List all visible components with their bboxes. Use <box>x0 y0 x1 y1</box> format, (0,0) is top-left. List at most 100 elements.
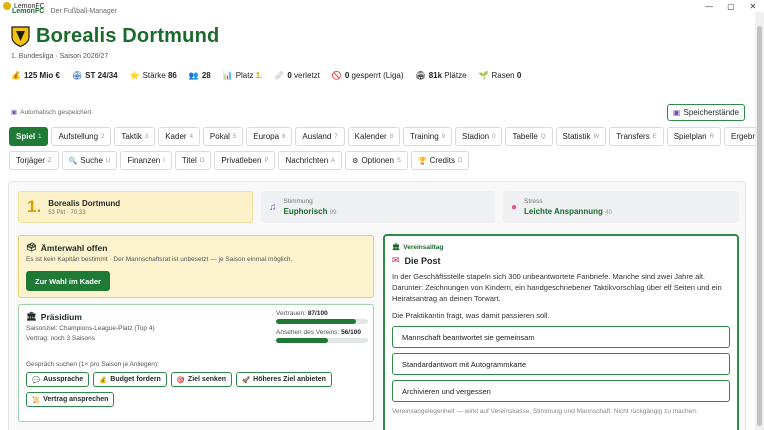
mood-label: Stimmung <box>283 198 313 205</box>
tab-stadion[interactable]: Stadion 0 <box>455 127 503 146</box>
league-season: 1. Bundesliga · Saison 2026/27 <box>11 53 109 60</box>
tab-kalender[interactable]: Kalender 8 <box>347 127 401 146</box>
choice-team-answers[interactable]: Mannschaft beantwortet sie gemeinsam <box>392 326 730 348</box>
stress-score: 40 <box>605 210 612 216</box>
left-column: 🗳 Ämterwahl offen Es ist kein Kapitän bes… <box>18 235 374 422</box>
players-icon: 👥 <box>188 70 199 80</box>
event-choices: Mannschaft beantwortet sie gemeinsam Sta… <box>392 326 730 402</box>
tab-titel[interactable]: Titel O <box>174 151 212 170</box>
tab-torjaeger[interactable]: Torjäger Z <box>9 151 59 170</box>
stat-rank: 📊 Platz 1. <box>222 70 263 80</box>
money-bag-icon: 💰 <box>11 70 21 80</box>
mood-value: Euphorisch <box>283 207 328 216</box>
scroll-icon: 📜 <box>32 396 41 404</box>
rocket-icon: 🚀 <box>242 376 251 384</box>
tab-suche[interactable]: 🔍 Suche U <box>61 151 118 170</box>
savegames-button[interactable]: ▣ Speicherstände <box>667 104 745 121</box>
stat-squad-size: 👥 28 <box>188 70 211 80</box>
tab-ergebnisse[interactable]: ErgebnisseT <box>723 127 755 146</box>
stat-injured: 🩹 0 verletzt <box>274 70 320 80</box>
league-rank: 1. <box>27 197 42 216</box>
tab-spielplan[interactable]: Spielplan R <box>666 127 721 146</box>
mood-score: 99 <box>329 210 337 216</box>
tab-training[interactable]: Training 9 <box>403 127 452 146</box>
tab-credits[interactable]: 🏆 Credits D <box>410 151 470 170</box>
choice-standard-reply[interactable]: Standardantwort mit Autogrammkarte <box>392 353 730 375</box>
stat-matchday: 🏟 ST 24/34 <box>71 70 118 80</box>
window-controls: — ▢ ✕ <box>698 0 764 12</box>
presidium-panel: 🏛 Präsidium Saisonziel: Champions-League-… <box>18 304 374 422</box>
ban-icon: 🚫 <box>331 70 342 80</box>
offer-higher-goal-button[interactable]: 🚀 Höheres Ziel anbieten <box>236 372 332 387</box>
talk-hint: Gespräch suchen (1× pro Saison je Anlieg… <box>26 361 159 368</box>
stat-strength: ⭐ Stärke 86 <box>129 70 177 80</box>
trust-value: 87/100 <box>307 310 328 317</box>
tab-kader[interactable]: Kader 4 <box>158 127 200 146</box>
close-button[interactable]: ✕ <box>742 0 764 12</box>
tab-finanzen[interactable]: Finanzen I <box>120 151 172 170</box>
gear-icon: ⚙ <box>352 157 359 165</box>
match-dashboard: 1. Borealis Dortmund 53 Pkt · 70:33 ♫ St… <box>8 181 746 430</box>
election-text: Es ist kein Kapitän bestimmt · Der Manns… <box>26 256 293 263</box>
tab-pokal[interactable]: Pokal 5 <box>202 127 244 146</box>
stat-pitch: 🌱 Rasen 0 <box>478 70 522 80</box>
tab-optionen[interactable]: ⚙ Optionen S <box>345 151 408 170</box>
stress-card: ● Stress Leichte Anspannung 40 <box>503 191 739 223</box>
tab-ausland[interactable]: Ausland 7 <box>295 127 345 146</box>
tab-privatleben[interactable]: Privatleben P <box>214 151 276 170</box>
building-icon: 🏛 <box>26 311 37 321</box>
stat-capacity: 🏟 81k Plätze <box>415 70 467 80</box>
tab-europa[interactable]: Europa 6 <box>246 127 293 146</box>
request-budget-button[interactable]: 💰 Budget fordern <box>93 372 167 387</box>
rank-club-name: Borealis Dortmund <box>48 198 121 208</box>
tab-tabelle[interactable]: Tabelle Q <box>505 127 553 146</box>
floppy-disk-icon: ▣ <box>672 108 681 117</box>
stat-suspended: 🚫 0 gesperrt (Liga) <box>331 70 404 80</box>
stadium-icon: 🏟 <box>71 70 83 80</box>
tab-nachrichten[interactable]: Nachrichten A <box>278 151 343 170</box>
search-icon: 🔍 <box>68 157 78 165</box>
tab-aufstellung[interactable]: Aufstellung 2 <box>51 127 112 146</box>
brand-name: LemonFC <box>12 8 45 15</box>
club-name: Borealis Dortmund <box>36 25 220 47</box>
vertical-scrollbar[interactable] <box>755 12 764 430</box>
stress-value: Leichte Anspannung <box>524 207 603 216</box>
mood-card: ♫ Stimmung Euphorisch 99 <box>261 191 495 223</box>
minimize-button[interactable]: — <box>698 0 720 12</box>
reputation-label: Ansehen des Vereins: <box>276 329 340 336</box>
grass-icon: 🌱 <box>478 70 489 80</box>
presidium-meters: Vertrauen: 87/100 Ansehen des Vereins: 5… <box>276 310 368 348</box>
maximize-button[interactable]: ▢ <box>720 0 742 12</box>
tab-transfers[interactable]: Transfers E <box>609 127 664 146</box>
event-note: Vereinsangelegenheit — wirkt auf Vereins… <box>392 408 698 415</box>
event-kicker: Vereinsalltag <box>403 243 444 251</box>
stat-budget: 💰 125 Mio € <box>11 70 60 80</box>
discuss-contract-button[interactable]: 📜 Vertrag ansprechen <box>26 392 115 407</box>
tab-statistik[interactable]: Statistik W <box>555 127 607 146</box>
reputation-bar <box>276 338 368 343</box>
reputation-bar-fill <box>276 338 328 343</box>
trust-bar-fill <box>276 319 357 324</box>
event-question: Die Praktikantin fragt, was damit passie… <box>392 311 550 320</box>
chart-icon: 📊 <box>222 70 233 80</box>
injury-icon: 🩹 <box>274 70 285 80</box>
talk-button[interactable]: 💬 Aussprache <box>26 372 90 387</box>
club-event-panel: 🏛 Vereinsalltag ✉ Die Post In der Geschäft… <box>383 234 739 430</box>
lower-goal-button[interactable]: 🎯 Ziel senken <box>170 372 233 387</box>
building-icon: 🏛 <box>392 244 401 251</box>
target-icon: 🎯 <box>176 376 185 384</box>
app-logo-icon <box>3 2 11 10</box>
scrollbar-thumb[interactable] <box>757 26 762 426</box>
tab-spiel[interactable]: Spiel 1 <box>9 127 49 146</box>
choice-archive[interactable]: Archivieren und vergessen <box>392 380 730 402</box>
club-header: Borealis Dortmund <box>11 25 219 48</box>
reputation-value: 56/100 <box>341 329 361 336</box>
stress-face-icon: ● <box>511 201 518 213</box>
main-nav-row-1: Spiel 1 Aufstellung 2 Taktik 3 Kader 4 Pokal… <box>9 127 755 146</box>
club-crest-icon <box>11 26 30 47</box>
brand-line: LemonFC · Der Fußball-Manager <box>12 8 117 15</box>
trust-bar <box>276 319 368 324</box>
tab-taktik[interactable]: Taktik 3 <box>114 127 156 146</box>
brand-tagline: · Der Fußball-Manager <box>46 8 118 15</box>
go-to-election-button[interactable]: Zur Wahl im Kader <box>26 271 110 291</box>
